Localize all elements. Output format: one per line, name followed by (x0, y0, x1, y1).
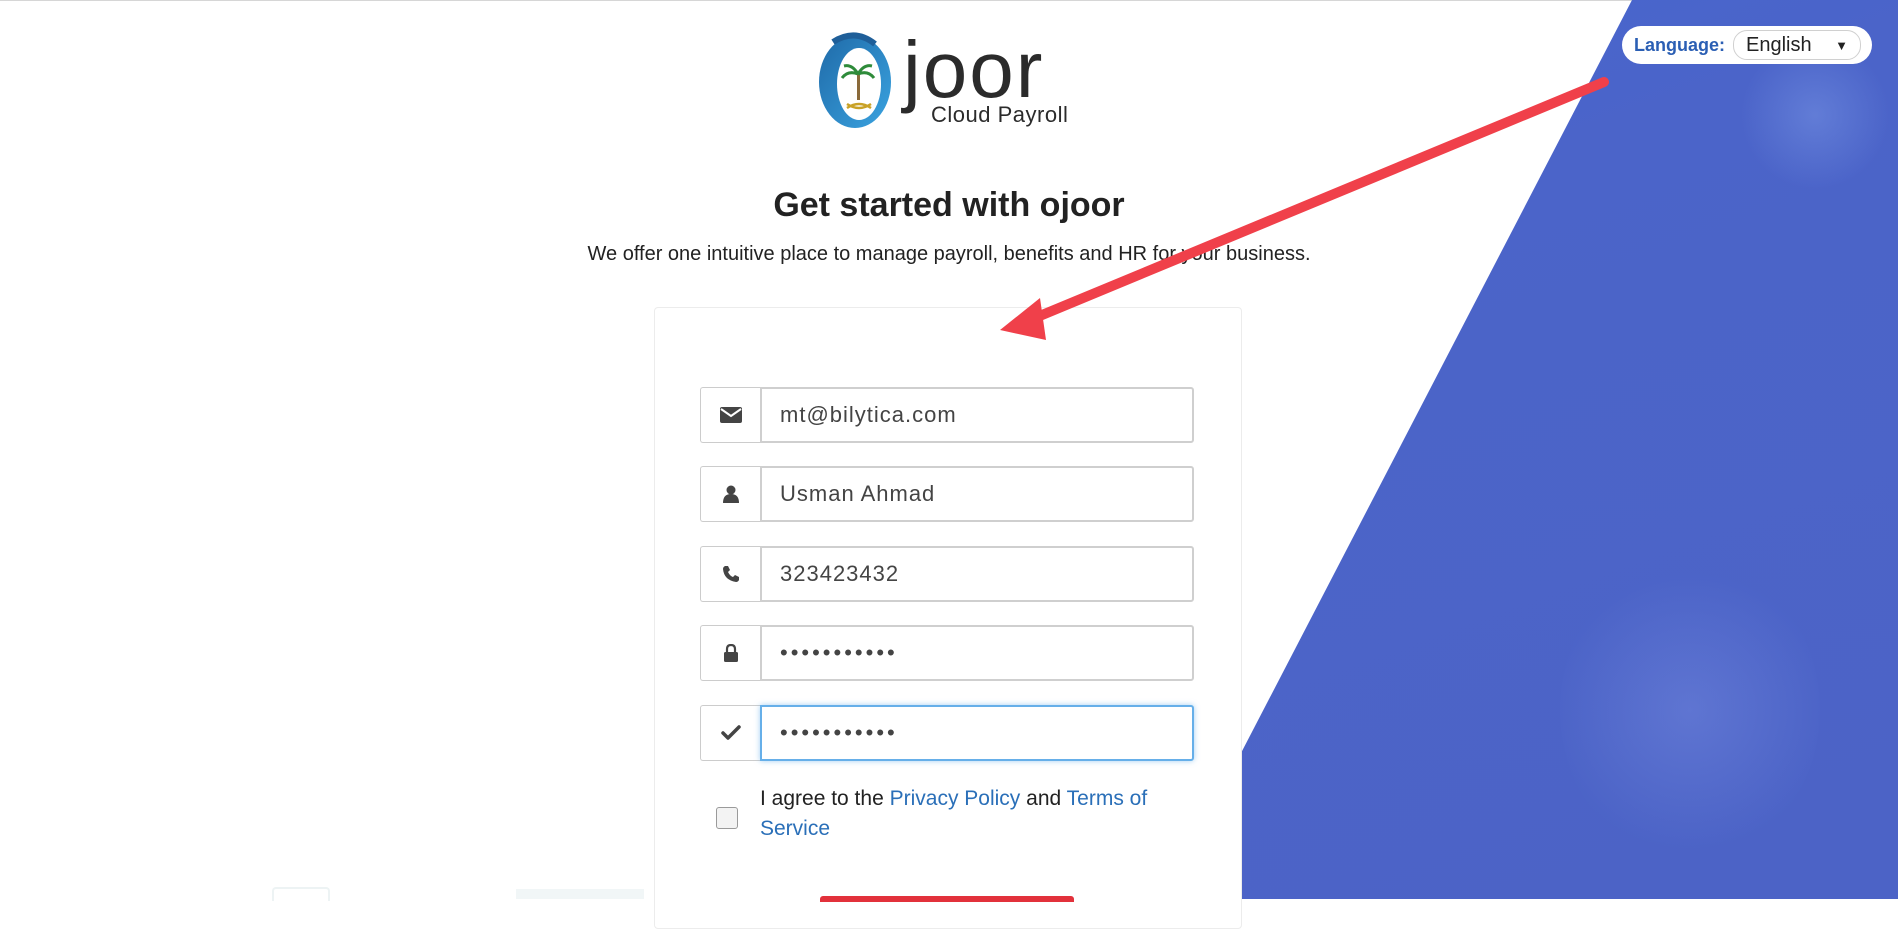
phone-field-group: 323423432 (700, 546, 1194, 602)
phone-input[interactable]: 323423432 (760, 546, 1194, 602)
logo-o-emblem-icon (819, 32, 891, 128)
agree-and-text: and (1026, 787, 1062, 810)
name-input[interactable]: Usman Ahmad (760, 466, 1194, 522)
agree-text: I agree to the Privacy Policy and Terms … (760, 784, 1190, 844)
lock-icon (723, 644, 738, 662)
terms-agreement: I agree to the Privacy Policy and Terms … (712, 784, 1192, 848)
email-addon (700, 387, 760, 443)
language-dropdown[interactable]: English ▼ (1733, 30, 1862, 60)
background-decoration-bar (516, 889, 644, 899)
email-field-group: mt@bilytica.com (700, 387, 1194, 443)
page-subtitle: We offer one intuitive place to manage p… (587, 243, 1311, 265)
password-field-group: ••••••••••• (700, 625, 1194, 681)
name-addon (700, 466, 760, 522)
page-title: Get started with ojoor (773, 186, 1125, 224)
language-label: Language: (1634, 34, 1726, 55)
phone-icon (722, 566, 739, 582)
top-border (0, 0, 1898, 1)
caret-down-icon: ▼ (1835, 37, 1849, 53)
password-input[interactable]: ••••••••••• (760, 625, 1194, 681)
password-addon (700, 625, 760, 681)
confirm-password-addon (700, 705, 760, 761)
phone-addon (700, 546, 760, 602)
name-field-group: Usman Ahmad (700, 466, 1194, 522)
user-icon (722, 485, 739, 503)
agree-prefix-text: I agree to the (760, 787, 884, 810)
confirm-password-input[interactable]: ••••••••••• (760, 705, 1194, 761)
ojoor-logo: joor Cloud Payroll (815, 25, 1085, 130)
check-icon (720, 725, 741, 740)
confirm-password-field-group: ••••••••••• (700, 705, 1194, 761)
language-value: English (1746, 33, 1812, 56)
privacy-policy-link[interactable]: Privacy Policy (890, 787, 1021, 810)
logo-subtitle: Cloud Payroll (931, 102, 1069, 127)
submit-button[interactable] (820, 896, 1074, 902)
email-input[interactable]: mt@bilytica.com (760, 387, 1194, 443)
envelope-icon (719, 407, 742, 423)
agree-checkbox[interactable] (716, 807, 738, 829)
language-selector: Language: English ▼ (1622, 26, 1872, 64)
